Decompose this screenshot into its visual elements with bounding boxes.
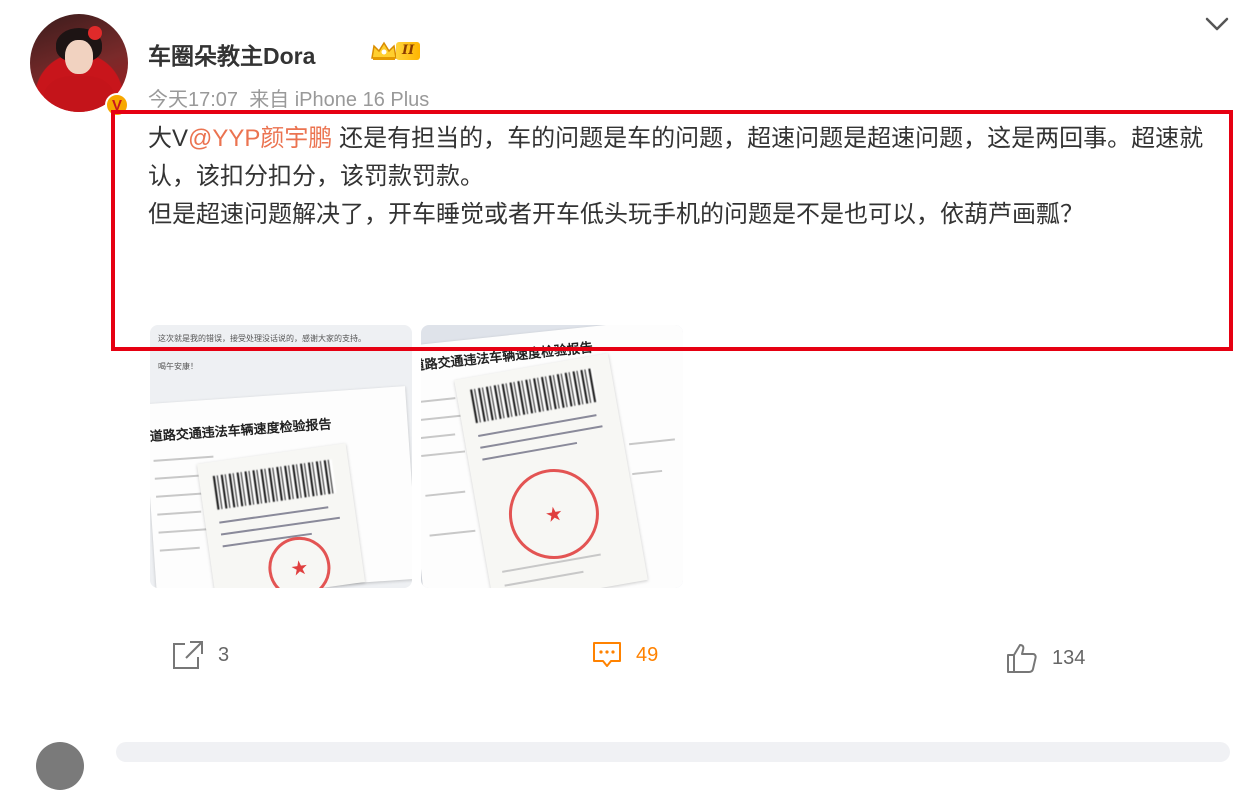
action-bar: 3 49 134 (0, 640, 1239, 676)
comment-input[interactable] (116, 742, 1230, 762)
avatar-figure-flower (88, 26, 102, 40)
doc-line (159, 546, 200, 552)
commenter-avatar[interactable] (36, 742, 84, 790)
doc-line (632, 469, 663, 476)
post-source: 来自 iPhone 16 Plus (249, 89, 430, 111)
doc-line (504, 570, 584, 587)
doc-line (629, 438, 675, 446)
repost-count: 3 (218, 643, 230, 666)
post-time[interactable]: 今天17:07 (148, 89, 238, 111)
post-image-1[interactable]: 这次就是我的错误，接受处理没话说的，感谢大家的支持。 喝午安康！ 道路交通违法车… (150, 325, 412, 588)
avatar-figure-face (65, 40, 93, 74)
post-image-2[interactable]: 道路交通违法车辆速度检验报告 ★ (421, 325, 683, 588)
thumbs-up-icon (1007, 644, 1037, 673)
repost-icon (173, 641, 203, 669)
barcode (470, 368, 599, 424)
barcode (212, 459, 337, 510)
avatar-figure-body (44, 76, 114, 112)
crown-icon (371, 41, 397, 60)
doc-line (421, 414, 466, 422)
vip-badge[interactable]: II (370, 39, 421, 63)
doc-line (154, 474, 203, 480)
doc-line (421, 397, 456, 404)
doc-line (425, 490, 466, 497)
comment-count: 49 (636, 643, 659, 666)
author-name[interactable]: 车圈朵教主Dora (148, 37, 315, 71)
doc-line (429, 529, 476, 537)
doc-line (153, 455, 214, 462)
red-stamp: ★ (264, 532, 335, 588)
document-title: 道路交通违法车辆速度检验报告 (150, 417, 333, 445)
post-meta: 今天17:07 来自 iPhone 16 Plus (148, 83, 429, 112)
doc-line (157, 510, 202, 516)
highlight-frame (111, 110, 1233, 351)
like-button[interactable]: 134 (1006, 642, 1085, 674)
repost-button[interactable]: 3 (172, 640, 229, 670)
doc-line (480, 425, 603, 449)
doc-line (421, 433, 456, 440)
image-note-2: 喝午安康！ (158, 362, 198, 371)
chevron-down-icon[interactable] (1202, 12, 1232, 36)
comment-button[interactable]: 49 (592, 640, 658, 670)
red-stamp: ★ (501, 461, 607, 567)
ticket-slip: ★ (196, 443, 366, 588)
vip-level: II (396, 42, 421, 60)
comment-icon (593, 642, 621, 667)
doc-line (421, 450, 466, 458)
like-count: 134 (1052, 646, 1086, 669)
